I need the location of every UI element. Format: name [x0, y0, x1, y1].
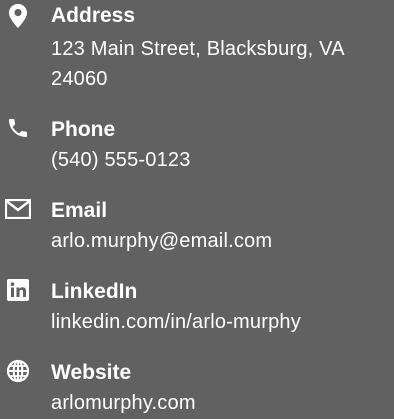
website-label: Website — [51, 361, 132, 384]
address-label: Address — [51, 4, 136, 27]
contact-item-address: Address 123 Main Street, Blacksburg, VA … — [0, 0, 394, 105]
envelope-icon — [4, 195, 32, 223]
linkedin-value[interactable]: linkedin.com/in/arlo-murphy — [51, 307, 389, 337]
email-value[interactable]: arlo.murphy@email.com — [51, 226, 389, 256]
phone-label: Phone — [51, 118, 116, 141]
email-label: Email — [51, 199, 108, 222]
phone-icon — [4, 114, 32, 142]
map-pin-icon — [4, 2, 32, 30]
linkedin-label: LinkedIn — [51, 280, 138, 303]
contact-item-phone: Phone (540) 555-0123 — [0, 114, 394, 179]
website-value[interactable]: arlomurphy.com — [51, 388, 389, 418]
address-value: 123 Main Street, Blacksburg, VA 24060 — [51, 38, 344, 90]
contact-item-website: Website arlomurphy.com — [0, 357, 394, 419]
linkedin-icon — [4, 276, 32, 304]
phone-value[interactable]: (540) 555-0123 — [51, 145, 389, 175]
globe-icon — [4, 357, 32, 385]
contact-item-linkedin: LinkedIn linkedin.com/in/arlo-murphy — [0, 276, 394, 341]
contact-item-email: Email arlo.murphy@email.com — [0, 195, 394, 260]
